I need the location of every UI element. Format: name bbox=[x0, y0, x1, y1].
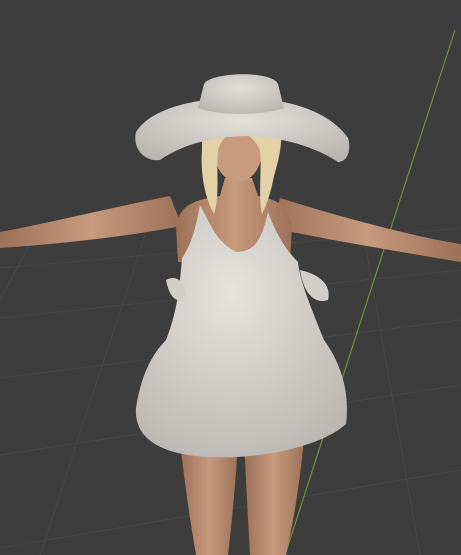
hat-crown bbox=[198, 74, 284, 114]
3d-viewport[interactable] bbox=[0, 0, 461, 555]
left-arm bbox=[0, 196, 182, 248]
character-model[interactable] bbox=[0, 74, 461, 555]
viewport-scene[interactable] bbox=[0, 0, 461, 555]
right-leg bbox=[244, 440, 304, 555]
